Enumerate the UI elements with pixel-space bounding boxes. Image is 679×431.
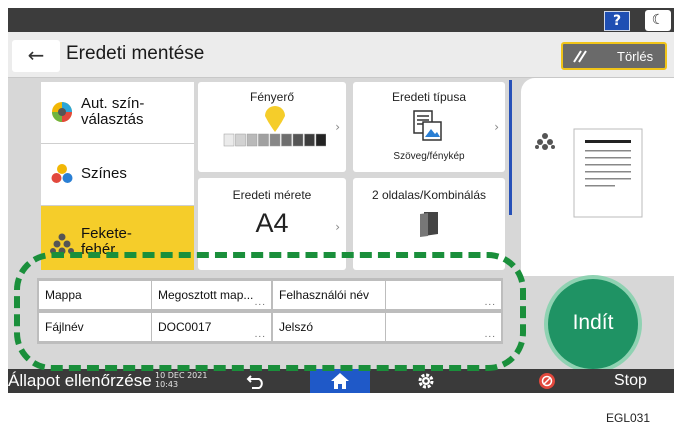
original-type-label: Eredeti típusa — [391, 90, 467, 104]
chevron-right-icon: › — [494, 120, 499, 134]
chevron-right-icon: › — [335, 220, 340, 234]
night-mode-button[interactable]: ☾ — [645, 10, 671, 31]
color-mode-auto-label: Aut. szín- választás — [81, 95, 145, 128]
original-size-value: A4 — [255, 208, 289, 238]
brightness-level-9 — [315, 133, 326, 147]
color-mode-color-label: Színes — [81, 165, 127, 182]
original-type-value: Szöveg/fénykép — [393, 151, 465, 162]
home-icon — [331, 373, 349, 389]
page-title: Eredeti mentése — [66, 43, 205, 64]
clear-slash-icon — [573, 50, 587, 63]
original-size-label: Eredeti mérete — [232, 188, 312, 202]
moon-icon: ☾ — [651, 12, 665, 28]
color-mode-panel: Aut. szín- választás Színes Fekete- fehé… — [41, 82, 194, 270]
date-text: 10 DEC 2021 — [155, 371, 208, 380]
stop-label: Stop — [614, 372, 647, 389]
brightness-level-7 — [292, 133, 304, 147]
color-mode-auto[interactable]: Aut. szín- választás — [41, 82, 194, 144]
brightness-level-2 — [235, 133, 246, 147]
brightness-level-4 — [258, 133, 269, 147]
gear-icon[interactable] — [417, 372, 435, 390]
brightness-label: Fényerő — [249, 90, 295, 104]
color-mode-color[interactable]: Színes — [41, 144, 194, 206]
bottom-status-bar: Állapot ellenőrzése 10 DEC 2021 10:43 St… — [8, 369, 674, 393]
black-white-dots-icon — [535, 133, 555, 150]
brightness-tile[interactable]: Fényerő › — [198, 82, 346, 172]
duplex-pages-icon — [420, 212, 438, 237]
brightness-level-8 — [304, 133, 315, 147]
stop-icon — [539, 373, 555, 389]
chevron-right-icon: › — [335, 120, 340, 134]
home-button[interactable] — [310, 369, 370, 393]
auto-color-icon — [52, 102, 72, 122]
highlight-callout-outline — [14, 252, 526, 371]
brightness-marker — [265, 106, 285, 132]
status-check-button[interactable]: Állapot ellenőrzése — [8, 371, 152, 391]
color-dots-icon — [51, 164, 73, 183]
brightness-level-3 — [246, 133, 258, 147]
help-button[interactable]: ? — [604, 11, 630, 31]
brightness-level-5 — [269, 133, 281, 147]
duplex-combine-label: 2 oldalas/Kombinálás — [371, 188, 487, 202]
original-type-tile[interactable]: Eredeti típusa Szöveg/fénykép › — [353, 82, 505, 172]
tiles-scrollbar[interactable] — [509, 80, 512, 215]
preview-panel — [521, 78, 674, 276]
start-button[interactable]: Indít — [548, 279, 638, 369]
document-preview — [573, 128, 643, 218]
time-text: 10:43 — [155, 380, 179, 389]
top-status-strip: ? ☾ — [8, 8, 674, 32]
title-bar: ← Eredeti mentése Törlés — [8, 32, 674, 78]
brightness-level-1 — [223, 133, 235, 147]
figure-caption: EGL031 — [606, 411, 651, 425]
clear-button[interactable]: Törlés — [561, 42, 667, 70]
brightness-scale — [223, 106, 326, 147]
back-arrow-icon[interactable] — [246, 373, 266, 389]
text-photo-icon — [413, 110, 442, 141]
date-time: 10 DEC 2021 10:43 — [155, 371, 207, 389]
clear-button-label: Törlés — [617, 49, 654, 64]
brightness-level-6 — [281, 133, 292, 147]
stop-button[interactable]: Stop — [528, 369, 674, 393]
back-button[interactable]: ← — [12, 40, 60, 72]
